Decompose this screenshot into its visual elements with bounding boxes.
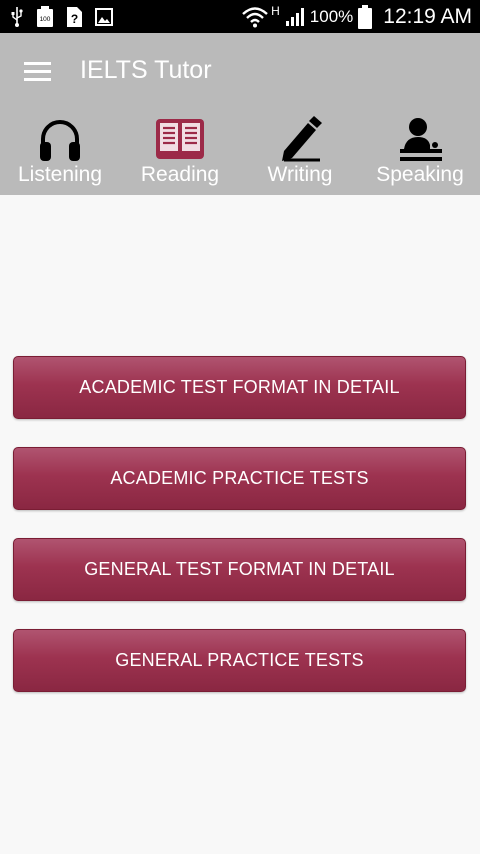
tab-writing-label: Writing [267,163,333,186]
book-icon [156,119,204,159]
usb-icon [11,7,23,27]
status-bar: 100 ? H 100% 12:19 AM [0,0,480,33]
battery-100-notification-icon: 100 [37,6,53,27]
academic-test-format-button[interactable]: ACADEMIC TEST FORMAT IN DETAIL [13,356,466,419]
system-status: H 100% 12:19 AM [242,4,472,30]
tab-listening-label: Listening [17,163,103,186]
academic-practice-tests-button[interactable]: ACADEMIC PRACTICE TESTS [13,447,466,510]
speaker-icon [400,118,442,161]
tab-listening[interactable]: Listening [0,111,120,195]
pen-icon [282,116,322,162]
notification-icons: 100 ? [10,6,113,28]
tab-writing[interactable]: Writing [240,111,360,195]
general-practice-tests-button[interactable]: GENERAL PRACTICE TESTS [13,629,466,692]
wifi-icon [242,7,268,28]
hamburger-menu-icon[interactable] [24,62,51,82]
app-bar: IELTS Tutor Listening Reading Writing Sp… [0,33,480,195]
battery-icon [358,5,373,29]
battery-percent: 100% [309,7,354,26]
headphones-icon [40,120,80,161]
network-type-label: H [271,4,280,18]
main-content: ACADEMIC TEST FORMAT IN DETAIL ACADEMIC … [0,195,480,854]
svg-text:?: ? [71,12,78,26]
image-icon [95,8,113,26]
app-title: IELTS Tutor [80,56,212,84]
unknown-file-icon: ? [67,7,82,27]
section-tabs: Listening Reading Writing Speaking [0,111,480,195]
tab-reading-label: Reading [140,163,220,186]
cell-signal-icon [285,8,304,26]
clock: 12:19 AM [383,5,472,28]
general-test-format-button[interactable]: GENERAL TEST FORMAT IN DETAIL [13,538,466,601]
svg-text:100: 100 [40,16,51,23]
tab-reading[interactable]: Reading [120,111,240,195]
tab-speaking[interactable]: Speaking [360,111,480,195]
tab-speaking-label: Speaking [376,163,464,186]
